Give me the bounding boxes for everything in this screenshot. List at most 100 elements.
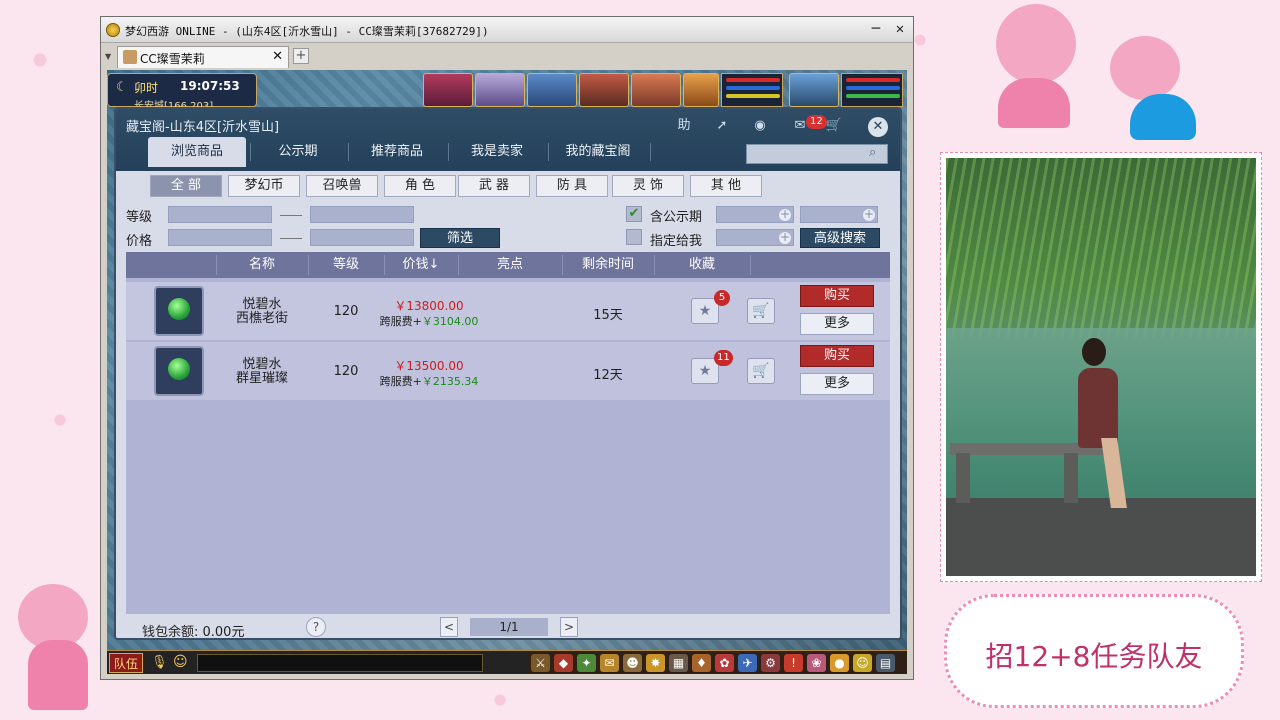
- item-name-line1: 悦碧水: [242, 297, 282, 312]
- skill-icon[interactable]: ⚔: [531, 654, 550, 672]
- moon-icon: ☾: [116, 80, 128, 95]
- mail-icon[interactable]: ✈: [738, 654, 757, 672]
- tab-my-pavilion[interactable]: 我的藏宝阁: [548, 137, 648, 167]
- table-row[interactable]: 悦碧水 西樵老街 120 ￥13800.00 跨服费+￥3104.00 15天 …: [126, 282, 890, 340]
- minimize-button[interactable]: ─: [867, 20, 885, 38]
- level-max-input[interactable]: [310, 206, 414, 223]
- category-weapons[interactable]: 武 器: [458, 175, 530, 197]
- treasure-pavilion-dialog: 藏宝阁-山东4区[沂水雪山] 助 ➚ ◉ ✉ 12 🛒 ✕ 浏览商品 公示期 推…: [114, 107, 902, 640]
- team-button[interactable]: 队伍: [109, 653, 143, 673]
- price-max-input[interactable]: [310, 229, 414, 246]
- chat-input[interactable]: [197, 654, 483, 672]
- more-button[interactable]: 更多: [800, 313, 874, 335]
- emote-icon[interactable]: ☺: [173, 654, 188, 670]
- record-icon[interactable]: ◉: [748, 115, 772, 137]
- add-tab-button[interactable]: +: [293, 48, 309, 64]
- tab-character-label: CC璨雪茉莉: [140, 52, 205, 66]
- public-period-checkbox[interactable]: ✔: [626, 206, 642, 222]
- photo-frame: [940, 152, 1262, 582]
- gang-icon[interactable]: ✸: [646, 654, 665, 672]
- settings-icon[interactable]: ▤: [876, 654, 895, 672]
- level-min-input[interactable]: [168, 206, 272, 223]
- close-dialog-button[interactable]: ✕: [868, 117, 888, 137]
- help-icon[interactable]: ?: [306, 617, 326, 637]
- tab-recommended[interactable]: 推荐商品: [348, 137, 446, 167]
- tab-scroll-icon[interactable]: ▼: [105, 52, 111, 61]
- lakeside-photo: [946, 158, 1256, 576]
- emoji-icon[interactable]: ☺: [853, 654, 872, 672]
- designated-label: 指定给我: [650, 234, 703, 249]
- column-price[interactable]: 价钱↓: [384, 252, 458, 278]
- help-icon[interactable]: 助: [672, 115, 696, 137]
- search-icon[interactable]: ⌕: [869, 145, 876, 160]
- pet-icon[interactable]: ✦: [577, 654, 596, 672]
- price-min-input[interactable]: [168, 229, 272, 246]
- category-other[interactable]: 其 他: [690, 175, 762, 197]
- designated-checkbox[interactable]: [626, 229, 642, 245]
- buy-button[interactable]: 购买: [800, 285, 874, 307]
- exp-bar: [846, 94, 900, 98]
- pig-character-body: [998, 78, 1070, 128]
- tab-character[interactable]: CC璨雪茉莉 ✕: [117, 46, 289, 68]
- window-titlebar: 梦幻西游 ONLINE - (山东4区[沂水雪山] - CC璨雪茉莉[37682…: [101, 17, 913, 43]
- category-characters[interactable]: 角 色: [384, 175, 456, 197]
- category-all[interactable]: 全 部: [150, 175, 222, 197]
- public-select-1[interactable]: +: [716, 206, 794, 223]
- table-row[interactable]: 悦碧水 群星璀璨 120 ￥13500.00 跨服费+￥2135.34 12天 …: [126, 342, 890, 400]
- team-portrait[interactable]: [527, 73, 577, 107]
- filter-button[interactable]: 筛选: [420, 228, 500, 248]
- designated-select[interactable]: +: [716, 229, 794, 246]
- map-icon[interactable]: ▦: [669, 654, 688, 672]
- gift-icon[interactable]: ❀: [807, 654, 826, 672]
- search-input[interactable]: ⌕: [746, 144, 888, 164]
- tab-browse[interactable]: 浏览商品: [148, 137, 246, 167]
- prev-page-button[interactable]: <: [440, 617, 458, 637]
- pet-portrait[interactable]: [683, 73, 719, 107]
- team-portrait[interactable]: [579, 73, 629, 107]
- tab-seller[interactable]: 我是卖家: [448, 137, 546, 167]
- cart-icon[interactable]: 🛒: [822, 115, 846, 137]
- microphone-icon[interactable]: 🎙: [151, 655, 168, 670]
- friend-icon[interactable]: ☻: [623, 654, 642, 672]
- jade-ornament-icon[interactable]: [154, 286, 204, 336]
- player-portrait[interactable]: [789, 73, 839, 107]
- category-pets[interactable]: 召唤兽: [306, 175, 378, 197]
- plus-icon[interactable]: +: [779, 208, 791, 221]
- plus-icon[interactable]: +: [779, 231, 791, 244]
- close-window-button[interactable]: ✕: [891, 20, 909, 38]
- share-icon[interactable]: ➚: [710, 115, 734, 137]
- wallet-balance: 钱包余额: 0.00元: [142, 625, 245, 640]
- tab-public-period[interactable]: 公示期: [250, 137, 346, 167]
- public-select-2[interactable]: +: [800, 206, 878, 223]
- jade-ornament-icon[interactable]: [154, 346, 204, 396]
- column-name: 名称: [248, 257, 275, 272]
- pig-character-head: [1110, 36, 1180, 100]
- system-icon[interactable]: ⚙: [761, 654, 780, 672]
- category-currency[interactable]: 梦幻币: [228, 175, 300, 197]
- range-dash: [280, 238, 302, 239]
- team-portrait[interactable]: [631, 73, 681, 107]
- plus-icon[interactable]: +: [863, 208, 875, 221]
- team-portrait[interactable]: [475, 73, 525, 107]
- add-to-cart-icon[interactable]: 🛒: [747, 298, 775, 324]
- clock-time: 19:07:53: [180, 79, 240, 93]
- column-favorite: 收藏: [688, 257, 715, 272]
- category-ornaments[interactable]: 灵 饰: [612, 175, 684, 197]
- event-icon[interactable]: ✿: [715, 654, 734, 672]
- quest-icon[interactable]: ✉: [600, 654, 619, 672]
- column-remaining[interactable]: 剩余时间: [562, 252, 654, 278]
- shop-icon[interactable]: ♦: [692, 654, 711, 672]
- team-portrait[interactable]: [423, 73, 473, 107]
- add-to-cart-icon[interactable]: 🛒: [747, 358, 775, 384]
- buy-button[interactable]: 购买: [800, 345, 874, 367]
- bag-icon[interactable]: ◆: [554, 654, 573, 672]
- advanced-search-button[interactable]: 高级搜索: [800, 228, 880, 248]
- next-page-button[interactable]: >: [560, 617, 578, 637]
- category-armor[interactable]: 防 具: [536, 175, 608, 197]
- dialog-footer: 钱包余额: 0.00元 ? < 1/1 >: [116, 614, 900, 640]
- coin-icon[interactable]: ●: [830, 654, 849, 672]
- close-tab-icon[interactable]: ✕: [272, 49, 283, 64]
- column-level[interactable]: 等级: [308, 252, 384, 278]
- more-button[interactable]: 更多: [800, 373, 874, 395]
- alert-icon[interactable]: !: [784, 654, 803, 672]
